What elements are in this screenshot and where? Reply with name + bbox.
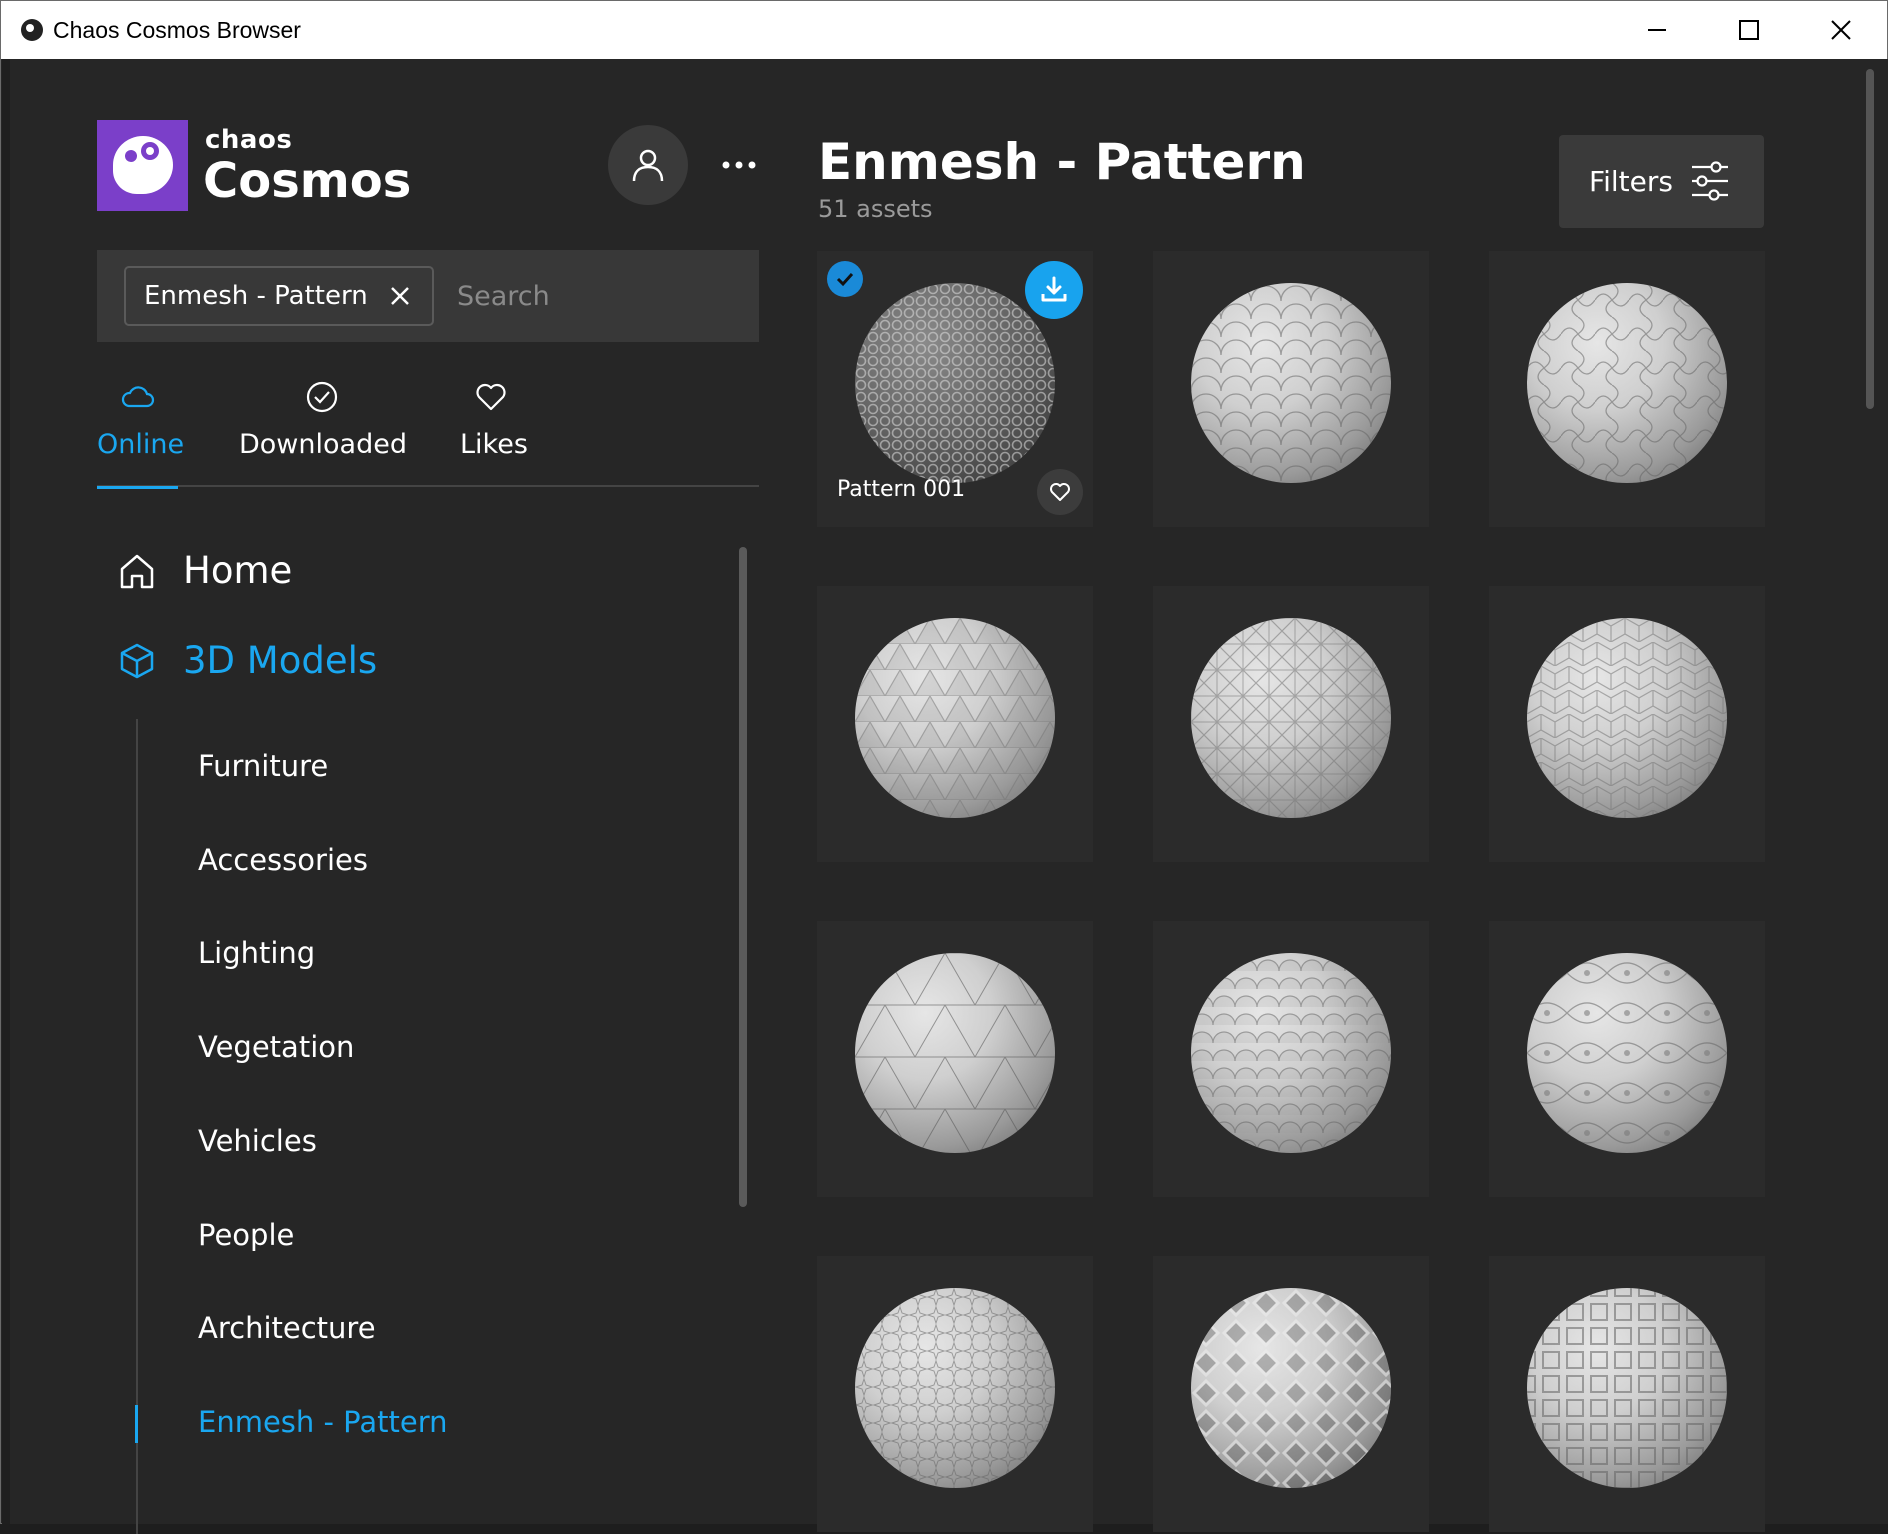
content-scrollbar[interactable] (1866, 69, 1874, 409)
asset-thumbnail (855, 953, 1055, 1153)
more-icon (722, 161, 756, 169)
tree-active-marker (135, 1405, 138, 1443)
asset-thumbnail (1191, 283, 1391, 483)
asset-card[interactable] (1489, 251, 1765, 527)
minimize-icon (1648, 29, 1666, 31)
heart-icon (1050, 483, 1070, 501)
asset-card[interactable]: Pattern 001 (817, 251, 1093, 527)
download-button[interactable] (1025, 261, 1083, 319)
asset-thumbnail (855, 1288, 1055, 1488)
brand-small-text: chaos (205, 125, 293, 155)
nav-sub-vegetation[interactable]: Vegetation (198, 1030, 354, 1064)
asset-thumbnail (1191, 618, 1391, 818)
remove-chip-icon[interactable] (386, 282, 414, 310)
tab-downloaded[interactable]: Downloaded (239, 379, 407, 487)
more-options-button[interactable] (714, 147, 764, 183)
nav-3d-models-label: 3D Models (183, 639, 378, 682)
minimize-button[interactable] (1611, 1, 1703, 59)
search-input[interactable] (457, 270, 737, 322)
tab-online[interactable]: Online (97, 379, 185, 489)
filters-button[interactable]: Filters (1559, 135, 1764, 228)
cloud-icon (121, 386, 154, 408)
tab-downloaded-label: Downloaded (239, 429, 407, 460)
cosmos-logo (97, 120, 188, 211)
asset-thumbnail (855, 618, 1055, 818)
heart-icon (476, 383, 506, 411)
maximize-icon (1739, 20, 1759, 40)
asset-card[interactable] (817, 586, 1093, 862)
filters-label: Filters (1589, 165, 1673, 198)
nav-sub-vehicles[interactable]: Vehicles (198, 1124, 317, 1158)
close-icon (1831, 20, 1851, 40)
sidebar-scrollbar[interactable] (739, 547, 747, 1207)
nav-home[interactable]: Home (117, 549, 292, 592)
asset-thumbnail (1191, 953, 1391, 1153)
selected-check-icon[interactable] (827, 261, 863, 297)
asset-card[interactable] (1153, 1256, 1429, 1532)
asset-thumbnail (855, 283, 1055, 483)
asset-thumbnail (1527, 953, 1727, 1153)
nav-sub-enmesh-pattern[interactable]: Enmesh - Pattern (198, 1405, 448, 1439)
check-circle-icon (306, 381, 337, 413)
asset-card[interactable] (1153, 251, 1429, 527)
asset-card[interactable] (1489, 586, 1765, 862)
asset-thumbnail (1527, 283, 1727, 483)
source-tabs: Online Downloaded Likes (97, 379, 759, 489)
title-bar: Chaos Cosmos Browser (1, 1, 1887, 59)
tab-likes-label: Likes (460, 429, 528, 460)
like-button[interactable] (1037, 469, 1083, 515)
asset-thumbnail (1527, 1288, 1727, 1488)
asset-thumbnail (1527, 618, 1727, 818)
nav-sub-furniture[interactable]: Furniture (198, 749, 328, 783)
nav-sub-people[interactable]: People (198, 1218, 294, 1252)
app-content: chaos Cosmos Enmesh - Pattern Search Onl… (2, 59, 1888, 1534)
maximize-button[interactable] (1703, 1, 1795, 59)
download-icon (1041, 276, 1067, 302)
asset-name: Pattern 001 (837, 477, 966, 502)
asset-thumbnail (1191, 1288, 1391, 1488)
left-edge (2, 59, 10, 1524)
nav-sub-architecture[interactable]: Architecture (198, 1311, 376, 1345)
app-icon (21, 19, 43, 41)
asset-count: 51 assets (818, 195, 933, 223)
nav-home-label: Home (183, 549, 293, 592)
asset-card[interactable] (1153, 586, 1429, 862)
filter-chip[interactable]: Enmesh - Pattern (124, 266, 434, 326)
search-bar: Enmesh - Pattern (97, 250, 759, 342)
page-title: Enmesh - Pattern (818, 133, 1306, 191)
nav-sub-accessories[interactable]: Accessories (198, 843, 368, 877)
filter-chip-label: Enmesh - Pattern (144, 281, 368, 311)
asset-card[interactable] (1153, 921, 1429, 1197)
asset-card[interactable] (1489, 1256, 1765, 1532)
account-button[interactable] (608, 125, 688, 205)
brand-big-text: Cosmos (203, 153, 412, 209)
app-window: Chaos Cosmos Browser chaos Cosmos Enmesh… (0, 0, 1888, 1534)
window-title: Chaos Cosmos Browser (53, 17, 301, 43)
sliders-icon (1692, 161, 1728, 201)
close-button[interactable] (1795, 1, 1887, 59)
asset-card[interactable] (817, 1256, 1093, 1532)
asset-card[interactable] (817, 921, 1093, 1197)
home-icon (120, 554, 154, 588)
tab-online-label: Online (97, 429, 185, 460)
nav-sub-lighting[interactable]: Lighting (198, 936, 315, 970)
tab-likes[interactable]: Likes (460, 379, 528, 487)
nav-3d-models[interactable]: 3D Models (117, 639, 377, 682)
cube-icon (120, 643, 154, 678)
asset-card[interactable] (1489, 921, 1765, 1197)
user-icon (632, 149, 664, 182)
